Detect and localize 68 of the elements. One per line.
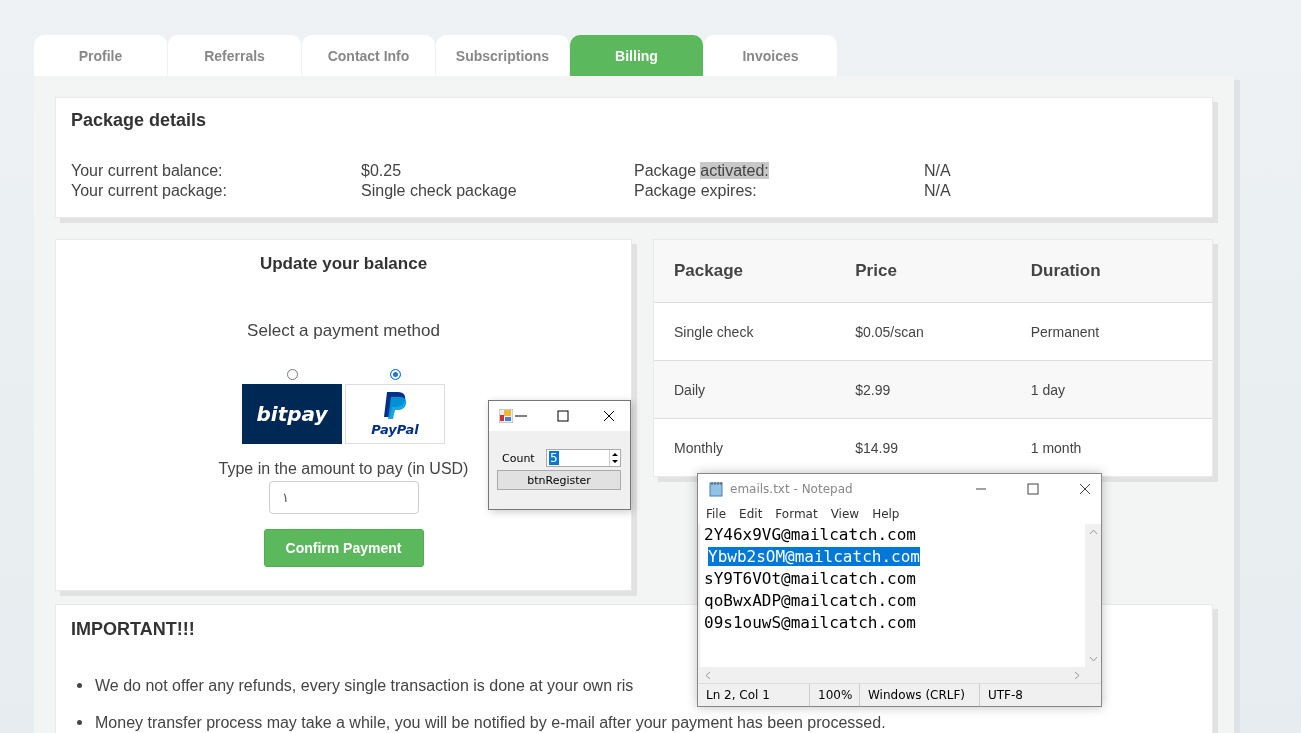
- text-line: 09s1ouwS@mailcatch.com: [704, 613, 916, 632]
- maximize-icon[interactable]: [557, 410, 569, 422]
- scroll-up-icon[interactable]: [1088, 529, 1098, 535]
- field-value: Single check package: [361, 181, 517, 201]
- card-title: IMPORTANT!!!: [71, 619, 195, 640]
- close-icon[interactable]: [603, 410, 615, 422]
- app-icon: [499, 409, 513, 423]
- table-cell-text: $14.99: [855, 439, 900, 456]
- table-cell-text: Daily: [674, 381, 707, 398]
- register-button[interactable]: btnRegister: [497, 470, 621, 490]
- bullet-icon: [77, 720, 82, 725]
- card-title: Package details: [71, 110, 208, 131]
- notice-item: Money transfer process may take a while, you will be notified by e-mail after your payment has been processed.: [95, 713, 886, 732]
- field-label: Package expires:: [634, 181, 758, 201]
- close-icon[interactable]: [1079, 483, 1091, 495]
- tab[interactable]: Referrals: [168, 35, 301, 76]
- field-value: N/A: [924, 161, 951, 181]
- spinner-arrows-icon[interactable]: [610, 451, 620, 465]
- table-cell-text: $2.99: [855, 381, 892, 398]
- amount-label: Type in the amount to pay (in USD): [218, 460, 469, 478]
- column-header: Package: [674, 261, 744, 281]
- column-header: Price: [855, 261, 898, 281]
- tab[interactable]: Invoices: [704, 35, 837, 76]
- text-line: 2Y46x9VG@mailcatch.com: [704, 525, 916, 544]
- field-label: Package activated:: [634, 161, 770, 181]
- status-text: Windows (CRLF): [860, 684, 980, 706]
- table-cell-text: Single check: [674, 323, 755, 340]
- table-cell-text: $0.05/scan: [855, 323, 925, 340]
- paypal-logo[interactable]: PayPal: [345, 384, 445, 444]
- radio-button[interactable]: [389, 369, 401, 380]
- vertical-scrollbar[interactable]: [1085, 524, 1101, 667]
- table-cell-text: 1 month: [1030, 439, 1083, 456]
- notepad-icon: [708, 481, 724, 497]
- text-line: sY9T6VOt@mailcatch.com: [704, 569, 916, 588]
- scroll-left-icon[interactable]: [705, 670, 711, 680]
- count-label: Count: [501, 451, 536, 465]
- tab[interactable]: Subscriptions: [436, 35, 569, 76]
- count-spinner[interactable]: 5: [546, 449, 621, 467]
- menu-item[interactable]: View: [830, 507, 860, 521]
- field-label: Your current balance:: [71, 161, 224, 181]
- table-cell-text: Permanent: [1030, 323, 1101, 340]
- text-line: qoBwxADP@mailcatch.com: [704, 591, 916, 610]
- maximize-icon[interactable]: [1027, 483, 1039, 495]
- field-value: $0.25: [361, 161, 402, 181]
- tab[interactable]: Profile: [34, 35, 167, 76]
- card-title: Update your balance: [259, 254, 428, 274]
- scroll-down-icon[interactable]: [1088, 656, 1098, 662]
- radio-button[interactable]: [286, 369, 298, 380]
- bitpay-logo[interactable]: bitpay: [242, 384, 342, 444]
- status-text: Ln 2, Col 1: [698, 684, 810, 706]
- menu-item[interactable]: File: [706, 507, 727, 521]
- menu-item[interactable]: Help: [872, 507, 900, 521]
- tab[interactable]: Contact Info: [302, 35, 435, 76]
- table-cell-text: 1 day: [1030, 381, 1066, 398]
- field-label: Your current package:: [71, 181, 228, 201]
- scroll-right-icon[interactable]: [1074, 670, 1080, 680]
- window-title: emails.txt - Notepad: [730, 482, 853, 496]
- field-value: N/A: [924, 181, 951, 201]
- amount-input[interactable]: ١: [268, 481, 419, 514]
- table-cell-text: Monthly: [674, 439, 725, 456]
- menu-item[interactable]: Edit: [739, 507, 763, 521]
- payment-method-label: Select a payment method: [247, 321, 440, 341]
- status-text: 100%: [810, 684, 860, 706]
- column-header: Duration: [1030, 261, 1102, 281]
- status-text: UTF-8: [987, 687, 1023, 704]
- bullet-icon: [77, 683, 82, 688]
- notice-item: We do not offer any refunds, every single transaction is done at your own ris: [95, 676, 634, 695]
- menu-item[interactable]: Format: [775, 507, 818, 521]
